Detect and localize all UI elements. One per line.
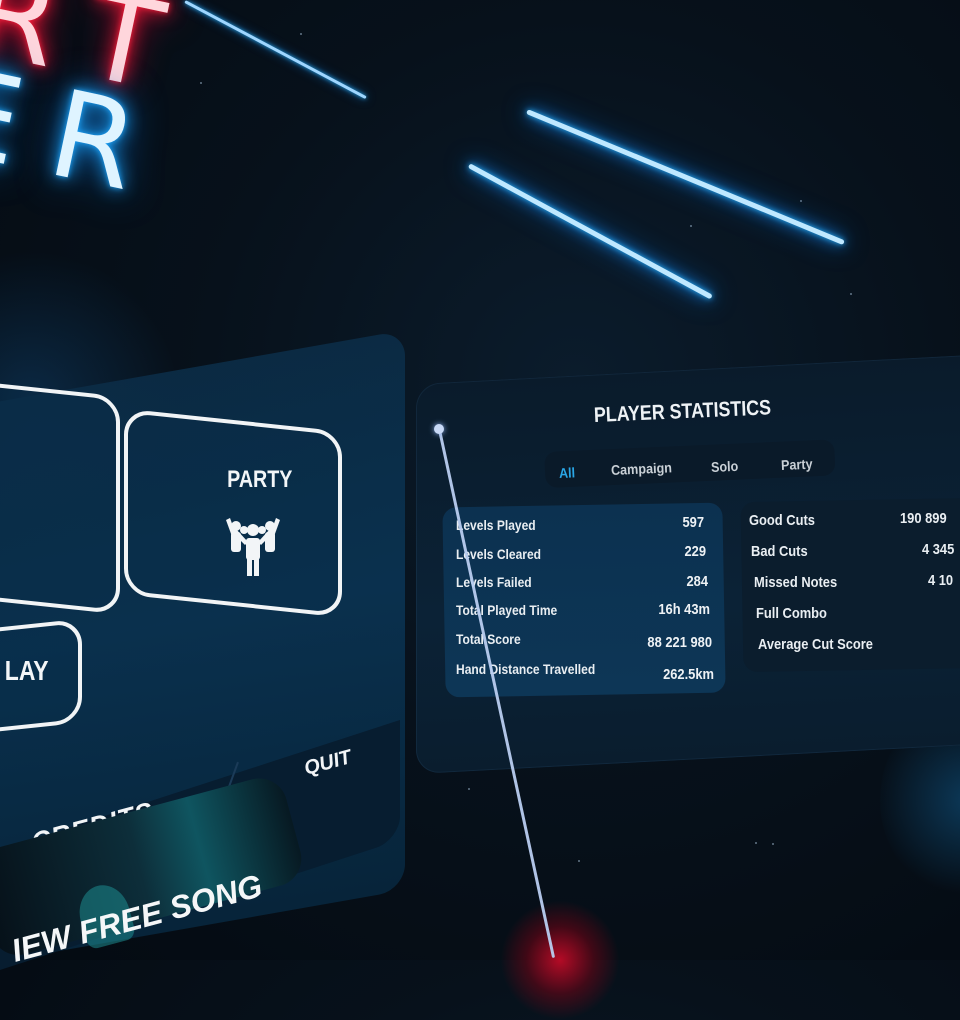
saber-red-glow bbox=[500, 900, 620, 1020]
stat-label-bad-cuts: Bad Cuts bbox=[751, 543, 808, 560]
stat-label-levels-failed: Levels Failed bbox=[456, 574, 532, 590]
laser-beam bbox=[184, 0, 367, 100]
party-mode-label: PARTY bbox=[227, 466, 293, 493]
stat-value-levels-cleared: 229 bbox=[684, 543, 706, 560]
star bbox=[468, 788, 470, 790]
stat-label-missed-notes: Missed Notes bbox=[754, 574, 838, 591]
star bbox=[772, 843, 774, 845]
stat-label-total-played-time: Total Played Time bbox=[456, 602, 558, 618]
stat-label-average-cut-score: Average Cut Score bbox=[758, 636, 873, 653]
star bbox=[300, 33, 302, 35]
tab-party[interactable]: Party bbox=[781, 456, 813, 473]
stat-value-bad-cuts: 4 345 bbox=[922, 541, 955, 558]
stat-label-total-score: Total Score bbox=[456, 631, 521, 647]
star bbox=[690, 225, 692, 227]
party-people-icon bbox=[218, 510, 288, 580]
star bbox=[800, 200, 802, 202]
pointer-cursor-dot bbox=[434, 424, 444, 434]
online-mode-label: LAY bbox=[4, 655, 49, 686]
stat-label-good-cuts: Good Cuts bbox=[749, 512, 815, 529]
star bbox=[200, 82, 202, 84]
stat-label-levels-played: Levels Played bbox=[456, 517, 536, 533]
tab-all[interactable]: All bbox=[559, 464, 576, 481]
stat-label-full-combo: Full Combo bbox=[756, 605, 827, 622]
stat-value-levels-played: 597 bbox=[682, 514, 704, 531]
solo-mode-tile[interactable] bbox=[0, 379, 120, 615]
stat-label-hand-distance: Hand Distance Travelled bbox=[456, 661, 596, 677]
stat-value-levels-failed: 284 bbox=[686, 573, 708, 590]
star bbox=[755, 842, 757, 844]
stat-value-good-cuts: 190 899 bbox=[900, 510, 947, 527]
tab-solo[interactable]: Solo bbox=[711, 458, 739, 475]
stat-value-total-played-time: 16h 43m bbox=[658, 601, 710, 618]
laser-beam bbox=[467, 163, 713, 300]
star bbox=[578, 860, 580, 862]
stat-value-total-score: 88 221 980 bbox=[647, 634, 712, 651]
stat-value-hand-distance: 262.5km bbox=[663, 666, 714, 683]
star bbox=[850, 293, 852, 295]
tab-campaign[interactable]: Campaign bbox=[611, 459, 673, 478]
stat-value-missed-notes: 4 10 bbox=[928, 572, 954, 589]
